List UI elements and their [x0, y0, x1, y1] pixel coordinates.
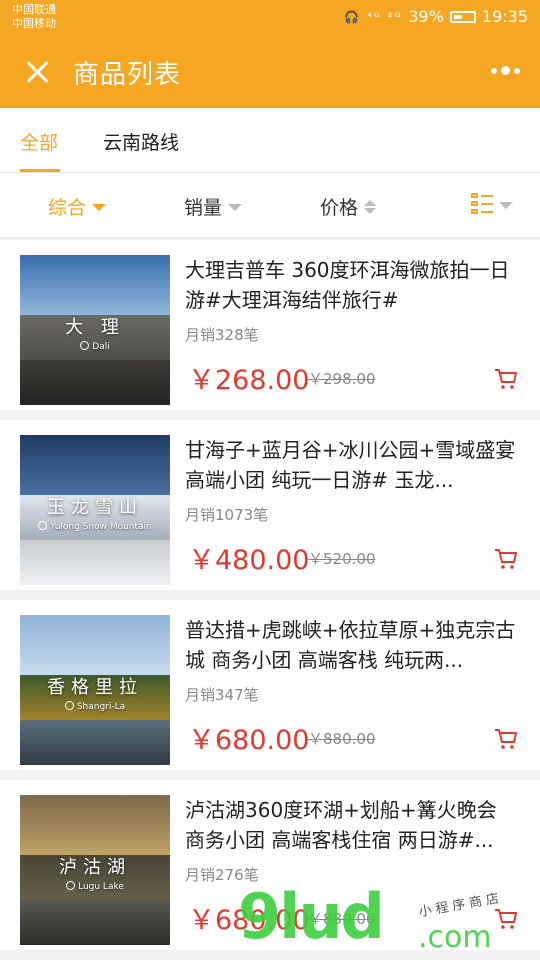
cart-icon[interactable] — [494, 728, 518, 750]
cart-icon[interactable] — [494, 368, 518, 390]
tab-all[interactable]: 全部 — [20, 128, 58, 155]
product-card[interactable]: 大 理 Dali 大理吉普车 360度环洱海微旅拍一日游#大理洱海结伴旅行# 月… — [0, 240, 540, 410]
product-card[interactable]: 香格里拉 Shangri-La 普达措+虎跳峡+依拉草原+独克宗古城 商务小团 … — [0, 600, 540, 770]
product-card[interactable]: 玉龙雪山 Yulong Snow Mountain 甘海子+蓝月谷+冰川公园+雪… — [0, 420, 540, 590]
monthly-sales: 月销347笔 — [185, 686, 259, 704]
image-caption: 泸沽湖 — [59, 857, 131, 878]
list-layout-icon — [471, 193, 493, 215]
category-tabs: 全部 云南路线 — [0, 108, 540, 173]
original-price: ￥880.00 — [308, 730, 376, 748]
caret-down-icon — [499, 201, 513, 209]
image-caption: 大 理 — [65, 317, 125, 338]
product-price: ￥268.00 — [188, 365, 310, 396]
caret-down-icon — [92, 204, 107, 211]
filter-price[interactable]: 价格 — [320, 193, 377, 220]
filter-comprehensive-label: 综合 — [48, 197, 87, 219]
carrier-1: 中国联通 — [12, 3, 56, 16]
product-price: ￥680.00 — [188, 905, 310, 936]
more-options-icon[interactable] — [491, 66, 520, 75]
signal-icons: 🎧 ⁴ᴳ ²ᴳ — [344, 9, 403, 24]
cart-icon[interactable] — [494, 908, 518, 930]
filter-sales[interactable]: 销量 — [184, 193, 243, 220]
monthly-sales: 月销328笔 — [185, 326, 259, 344]
tab-yunnan-routes[interactable]: 云南路线 — [103, 128, 179, 155]
product-card[interactable]: 泸沽湖 Lugu Lake 泸沽湖360度环湖+划船+篝火晚会 商务小团 高端客… — [0, 780, 540, 950]
location-pin-icon — [38, 521, 48, 530]
image-location: Lugu Lake — [20, 881, 170, 892]
filter-sales-label: 销量 — [184, 197, 223, 219]
product-list: 大 理 Dali 大理吉普车 360度环洱海微旅拍一日游#大理洱海结伴旅行# 月… — [0, 240, 540, 960]
location-pin-icon — [80, 341, 90, 350]
carrier-2: 中国移动 — [12, 17, 56, 30]
status-bar: 中国联通 中国移动 🎧 ⁴ᴳ ²ᴳ 39% 19:35 — [0, 0, 540, 36]
battery-percent: 39% — [408, 7, 444, 26]
product-price: ￥480.00 — [188, 545, 310, 576]
location-pin-icon — [66, 881, 76, 890]
monthly-sales: 月销276笔 — [185, 866, 259, 884]
original-price: ￥520.00 — [308, 550, 376, 568]
original-price: ￥880.00 — [308, 910, 376, 928]
image-location: Shangri-La — [20, 701, 170, 712]
product-image-dali[interactable]: 大 理 Dali — [20, 255, 170, 405]
filter-comprehensive[interactable]: 综合 — [48, 193, 107, 220]
product-title[interactable]: 甘海子+蓝月谷+冰川公园+雪域盛宴 高端小团 纯玩一日游# 玉龙... — [185, 435, 520, 495]
active-tab-indicator — [20, 169, 60, 172]
product-title[interactable]: 泸沽湖360度环湖+划船+篝火晚会 商务小团 高端客栈住宿 两日游#... — [185, 795, 520, 855]
battery-icon — [449, 10, 476, 23]
sort-filter-bar: 综合 销量 价格 — [0, 173, 540, 238]
caret-down-icon — [228, 204, 243, 211]
monthly-sales: 月销1073笔 — [185, 506, 269, 524]
product-title[interactable]: 普达措+虎跳峡+依拉草原+独克宗古城 商务小团 高端客栈 纯玩两... — [185, 615, 520, 675]
image-caption: 香格里拉 — [47, 677, 143, 698]
layout-toggle[interactable] — [471, 193, 513, 215]
cart-icon[interactable] — [494, 548, 518, 570]
close-icon[interactable] — [18, 52, 58, 92]
image-caption: 玉龙雪山 — [47, 497, 143, 518]
page-title: 商品列表 — [73, 60, 182, 90]
image-location: Dali — [20, 341, 170, 352]
location-pin-icon — [64, 701, 74, 710]
product-image-lugu[interactable]: 泸沽湖 Lugu Lake — [20, 795, 170, 945]
product-image-shangrila[interactable]: 香格里拉 Shangri-La — [20, 615, 170, 765]
product-price: ￥680.00 — [188, 725, 310, 756]
clock: 19:35 — [481, 7, 528, 26]
product-title[interactable]: 大理吉普车 360度环洱海微旅拍一日游#大理洱海结伴旅行# — [185, 255, 520, 315]
image-location: Yulong Snow Mountain — [20, 521, 170, 532]
status-indicators: 🎧 ⁴ᴳ ²ᴳ 39% 19:35 — [344, 7, 528, 26]
sort-updown-icon — [364, 199, 377, 214]
carrier-info: 中国联通 中国移动 — [12, 3, 56, 31]
original-price: ￥298.00 — [308, 370, 376, 388]
app-header: 商品列表 — [0, 36, 540, 108]
filter-price-label: 价格 — [320, 197, 359, 219]
product-image-yulong[interactable]: 玉龙雪山 Yulong Snow Mountain — [20, 435, 170, 585]
